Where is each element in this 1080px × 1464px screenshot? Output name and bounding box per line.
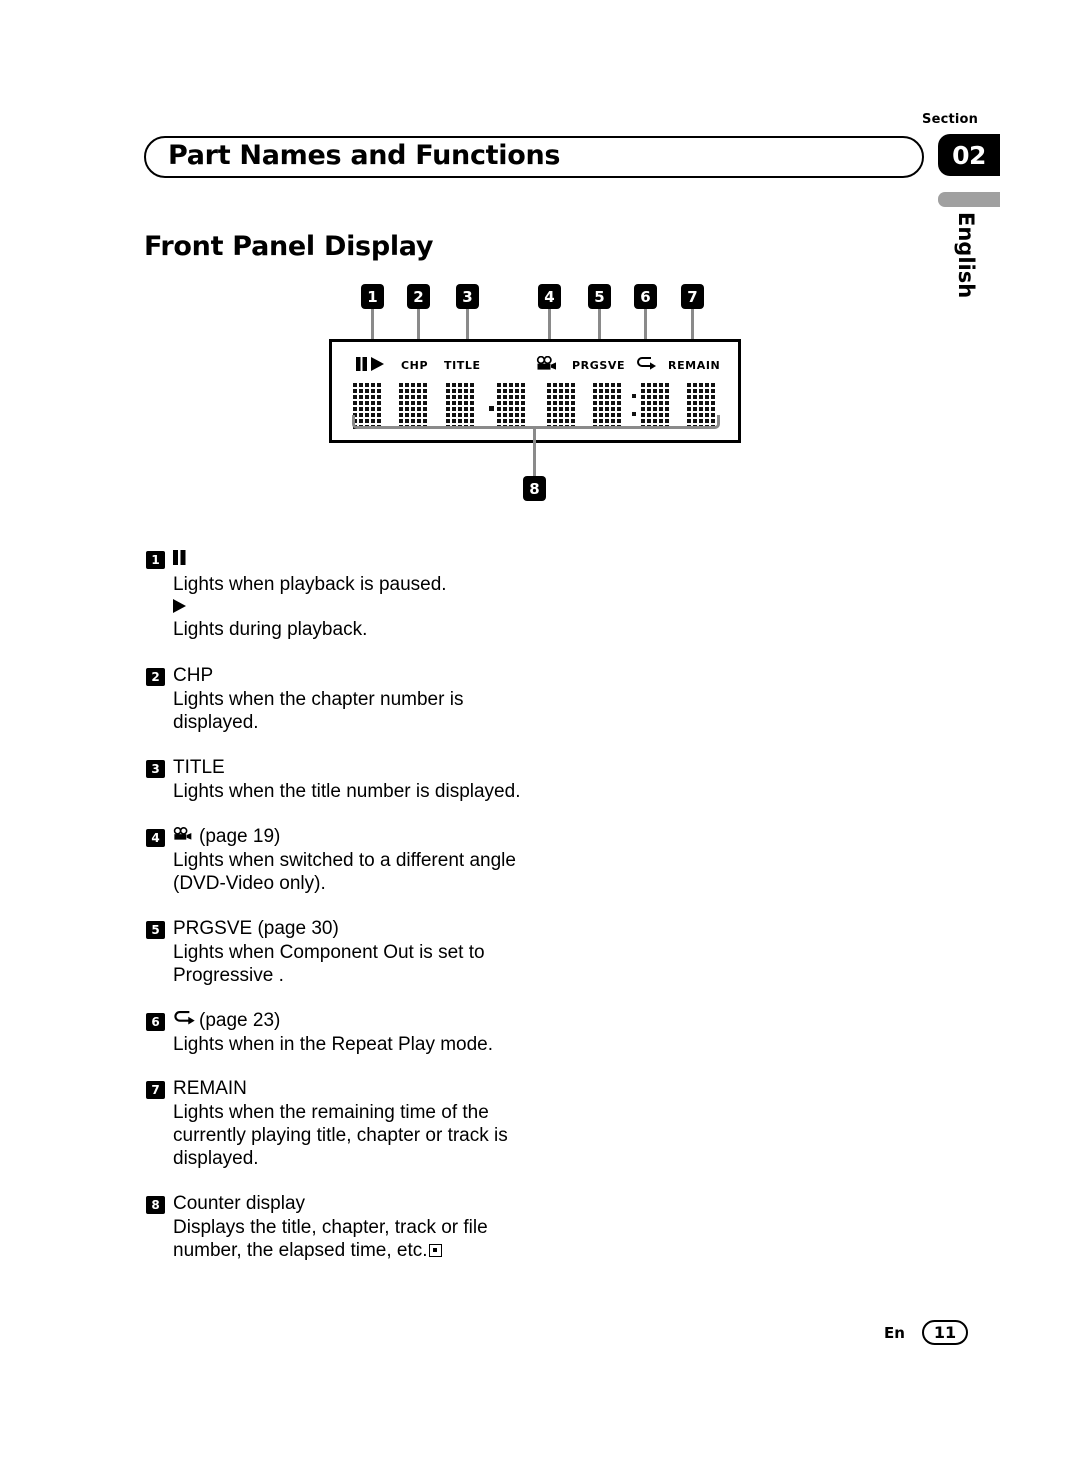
- counter-bracket: [352, 415, 720, 429]
- repeat-loop-glyph: [637, 357, 656, 370]
- end-of-section-mark: [428, 1244, 442, 1257]
- item-6-body: Lights when in the Repeat Play mode.: [173, 1034, 494, 1055]
- section-label: Section: [922, 112, 979, 127]
- indicator-pause-play-icon: [356, 357, 392, 374]
- indicator-repeat-loop-icon: [636, 357, 656, 374]
- list-number-3: 3: [146, 760, 165, 778]
- list-number-4: 4: [146, 829, 165, 847]
- list-number-8: 8: [146, 1196, 165, 1214]
- play-glyph: [173, 599, 186, 613]
- item-1-play-icon: [173, 597, 188, 619]
- leader-line-4: [548, 308, 551, 360]
- indicator-angle-camera-icon: [536, 355, 560, 375]
- list-number-1: 1: [146, 551, 165, 569]
- callout-5: 5: [588, 284, 611, 309]
- indicator-prgsve-label: PRGSVE: [572, 359, 626, 372]
- item-1-body-1: Lights when playback is paused.: [173, 574, 447, 595]
- callout-4: 4: [538, 284, 561, 309]
- item-8-body: Displays the title, chapter, track or fi…: [173, 1216, 503, 1262]
- gray-tab-decoration: [938, 192, 1000, 207]
- page-heading: Front Panel Display: [144, 231, 434, 262]
- front-panel-display-figure: 1 2 3 4 5 6 7 CHP TITLE PRGSVE REMAIN 8: [0, 0, 1080, 1464]
- leader-line-3: [466, 308, 469, 360]
- item-2-body: Lights when the chapter number is displa…: [173, 689, 464, 733]
- display-panel-box: [329, 339, 741, 443]
- item-7-body: Lights when the remaining time of the cu…: [173, 1102, 508, 1169]
- list-number-2: 2: [146, 668, 165, 686]
- item-8-head: Counter display: [173, 1193, 306, 1214]
- callout-8: 8: [523, 476, 546, 501]
- item-4-body: Lights when switched to a different angl…: [173, 850, 516, 894]
- item-3-body: Lights when the title number is displaye…: [173, 781, 521, 802]
- leader-line-7: [691, 308, 694, 360]
- footer-language-code: En: [884, 1324, 905, 1342]
- list-number-6: 6: [146, 1013, 165, 1031]
- item-5-head: PRGSVE (page 30): [173, 918, 339, 939]
- list-number-7: 7: [146, 1081, 165, 1099]
- pause-play-glyph: [356, 357, 384, 371]
- indicator-remain-label: REMAIN: [668, 359, 721, 372]
- item-5-body: Lights when Component Out is set to Prog…: [173, 942, 485, 986]
- repeat-loop-glyph: [174, 1011, 195, 1025]
- angle-camera-glyph: [173, 827, 192, 840]
- callout-7: 7: [681, 284, 704, 309]
- section-number-tab: 02: [938, 134, 1000, 176]
- callout-3: 3: [456, 284, 479, 309]
- item-2-head: CHP: [173, 665, 214, 686]
- leader-line-8: [533, 428, 536, 478]
- leader-line-1: [371, 308, 374, 360]
- item-3-head: TITLE: [173, 757, 225, 778]
- pause-glyph: [173, 550, 186, 565]
- indicator-title-label: TITLE: [444, 359, 481, 372]
- footer-page-number: 11: [922, 1320, 968, 1345]
- item-4-head: (page 19): [199, 826, 281, 847]
- item-6-repeat-loop-icon: [173, 1010, 195, 1032]
- callout-1: 1: [361, 284, 384, 309]
- leader-line-5: [598, 308, 601, 360]
- list-number-5: 5: [146, 921, 165, 939]
- leader-line-2: [417, 308, 420, 360]
- counter-digits: [353, 383, 715, 429]
- item-4-angle-camera-icon: [173, 826, 195, 848]
- chapter-title: Part Names and Functions: [168, 140, 561, 171]
- item-7-head: REMAIN: [173, 1078, 247, 1099]
- indicator-chp-label: CHP: [401, 359, 429, 372]
- item-6-head: (page 23): [199, 1010, 281, 1031]
- language-vertical-label: English: [954, 212, 978, 299]
- callout-6: 6: [634, 284, 657, 309]
- item-1-body-2: Lights during playback.: [173, 619, 368, 640]
- item-1-pause-icon: [173, 549, 187, 571]
- callout-2: 2: [407, 284, 430, 309]
- leader-line-6: [644, 308, 647, 360]
- angle-camera-glyph: [536, 355, 556, 370]
